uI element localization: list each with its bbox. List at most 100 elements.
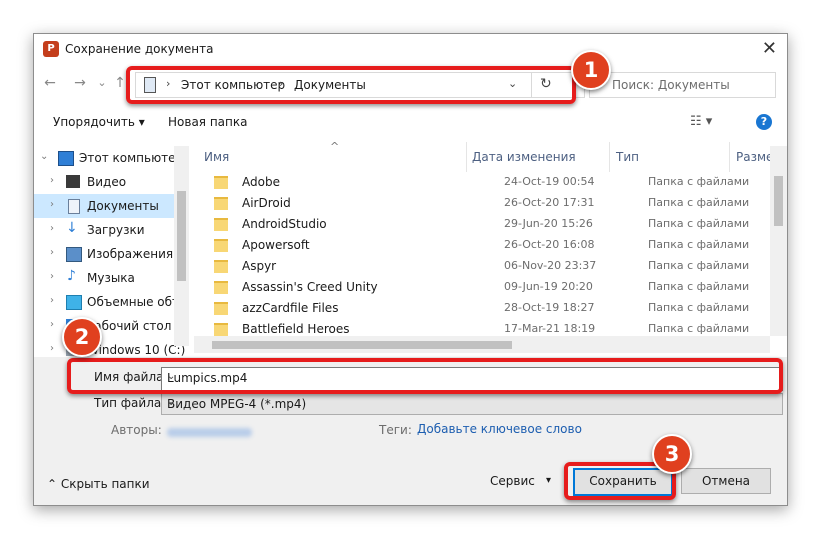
annotation-badge-1: 1	[571, 50, 611, 90]
sidebar-item-label: Windows 10 (C:)	[87, 343, 186, 357]
folder-icon	[214, 176, 228, 189]
file-row[interactable]: Apowersoft 26-Oct-20 16:08 Папка с файла…	[204, 235, 764, 256]
search-placeholder: Поиск: Документы	[612, 78, 730, 92]
document-icon	[68, 199, 80, 214]
hide-folders-button[interactable]: ⌃ Скрыть папки	[47, 477, 150, 491]
folder-icon	[214, 323, 228, 336]
music-icon: ♪	[67, 268, 76, 284]
tags-label: Теги:	[379, 423, 412, 437]
chevron-right-icon[interactable]: ›	[50, 343, 54, 354]
organize-button[interactable]: Упорядочить ▾	[53, 115, 145, 129]
file-list: Имя ^ Дата изменения Тип Разме Adobe 24-…	[194, 142, 787, 357]
file-type: Папка с файлами	[648, 238, 750, 251]
download-icon: ↓	[66, 220, 78, 236]
chevron-right-icon[interactable]: ›	[50, 319, 54, 330]
forward-arrow-icon[interactable]: →	[70, 73, 90, 93]
folder-icon	[214, 239, 228, 252]
file-type: Папка с файлами	[648, 196, 750, 209]
filetype-label: Тип файла:	[94, 396, 166, 410]
column-header-date[interactable]: Дата изменения	[472, 150, 576, 164]
help-icon[interactable]: ?	[756, 114, 772, 130]
search-input[interactable]: Поиск: Документы	[589, 72, 776, 98]
file-row[interactable]: AirDroid 26-Oct-20 17:31 Папка с файлами	[204, 193, 764, 214]
file-type: Папка с файлами	[648, 217, 750, 230]
chevron-right-icon[interactable]: ›	[50, 295, 54, 306]
sidebar-item-this-pc[interactable]: ⌄ Этот компьютер	[34, 146, 183, 170]
video-icon	[66, 175, 80, 188]
annotation-highlight-address	[126, 66, 576, 104]
navigation-pane: ⌄ Этот компьютер › Видео › Документы › ↓…	[34, 142, 189, 357]
back-arrow-icon[interactable]: ←	[40, 73, 60, 93]
annotation-highlight-filename	[67, 358, 783, 394]
sidebar-item-images[interactable]: › Изображения	[34, 242, 174, 266]
view-options-icon[interactable]: ☷ ▾	[690, 114, 712, 129]
sidebar-item-label: Этот компьютер	[79, 151, 184, 165]
sidebar-item-label: Объемные объ	[87, 295, 181, 309]
sidebar-item-label: Музыка	[87, 271, 135, 285]
add-tag-link[interactable]: Добавьте ключевое слово	[417, 422, 582, 436]
sidebar-item-3d-objects[interactable]: › Объемные объ	[34, 290, 181, 314]
chevron-down-icon[interactable]: ⌄	[40, 151, 48, 162]
file-row[interactable]: azzCardfile Files 28-Oct-19 18:27 Папка …	[204, 298, 764, 319]
scrollbar-thumb[interactable]	[774, 176, 783, 226]
sidebar-item-desktop[interactable]: › Рабочий стол	[34, 314, 174, 338]
authors-label: Авторы:	[111, 423, 162, 437]
file-date: 09-Jun-19 20:20	[504, 280, 593, 293]
file-row[interactable]: AndroidStudio 29-Jun-20 15:26 Папка с фа…	[204, 214, 764, 235]
file-date: 17-Mar-21 18:19	[504, 322, 596, 335]
powerpoint-app-icon: P	[43, 41, 59, 57]
sidebar-item-downloads[interactable]: › ↓ Загрузки	[34, 218, 174, 242]
authors-value-blurred[interactable]	[167, 428, 252, 437]
chevron-right-icon[interactable]: ›	[50, 223, 54, 234]
sidebar-item-music[interactable]: › ♪ Музыка	[34, 266, 174, 290]
scrollbar-thumb[interactable]	[212, 341, 512, 349]
file-date: 26-Oct-20 17:31	[504, 196, 595, 209]
service-button[interactable]: Сервис	[490, 474, 535, 488]
new-folder-button[interactable]: Новая папка	[168, 115, 247, 129]
file-name: AirDroid	[242, 196, 291, 210]
computer-icon	[58, 151, 74, 166]
filetype-select[interactable]: Видео MPEG-4 (*.mp4) ⌄	[161, 393, 783, 415]
chevron-right-icon[interactable]: ›	[50, 175, 54, 186]
column-header-type[interactable]: Тип	[616, 150, 639, 164]
sidebar-item-drive-c[interactable]: › Windows 10 (C:)	[34, 338, 185, 357]
file-row[interactable]: Assassin's Creed Unity 09-Jun-19 20:20 П…	[204, 277, 764, 298]
annotation-badge-2: 2	[62, 317, 102, 357]
navigation-scrollbar[interactable]	[174, 146, 189, 346]
title-bar: P Сохранение документа ✕	[34, 34, 787, 64]
file-type: Папка с файлами	[648, 322, 750, 335]
folder-icon	[214, 302, 228, 315]
file-name: Assassin's Creed Unity	[242, 280, 378, 294]
chevron-down-icon[interactable]: ⌄	[167, 397, 776, 408]
file-name: Adobe	[242, 175, 280, 189]
image-icon	[66, 247, 82, 262]
cancel-button[interactable]: Отмена	[681, 468, 771, 494]
file-type: Папка с файлами	[648, 301, 750, 314]
sidebar-item-label: Видео	[87, 175, 127, 189]
service-dropdown-icon[interactable]: ▾	[546, 475, 551, 486]
folder-icon	[214, 260, 228, 273]
file-list-horizontal-scrollbar[interactable]	[194, 336, 770, 353]
file-row[interactable]: Adobe 24-Oct-19 00:54 Папка с файлами	[204, 172, 764, 193]
folder-icon	[214, 218, 228, 231]
column-header-size[interactable]: Разме	[736, 150, 773, 164]
file-list-vertical-scrollbar[interactable]	[770, 146, 787, 336]
file-date: 28-Oct-19 18:27	[504, 301, 595, 314]
column-header-name[interactable]: Имя	[204, 150, 229, 164]
recent-locations-chevron-icon[interactable]: ⌄	[92, 73, 112, 93]
scrollbar-thumb[interactable]	[177, 191, 186, 281]
sidebar-item-documents[interactable]: › Документы	[34, 194, 174, 218]
file-row[interactable]: Aspyr 06-Nov-20 23:37 Папка с файлами	[204, 256, 764, 277]
file-type: Папка с файлами	[648, 259, 750, 272]
chevron-right-icon[interactable]: ›	[50, 199, 54, 210]
file-name: azzCardfile Files	[242, 301, 339, 315]
close-icon[interactable]: ✕	[762, 38, 777, 59]
window-title: Сохранение документа	[65, 42, 214, 56]
column-divider	[729, 142, 730, 172]
chevron-right-icon[interactable]: ›	[50, 247, 54, 258]
column-divider	[609, 142, 610, 172]
file-name: Aspyr	[242, 259, 277, 273]
chevron-right-icon[interactable]: ›	[50, 271, 54, 282]
folder-icon	[214, 197, 228, 210]
sidebar-item-video[interactable]: › Видео	[34, 170, 174, 194]
